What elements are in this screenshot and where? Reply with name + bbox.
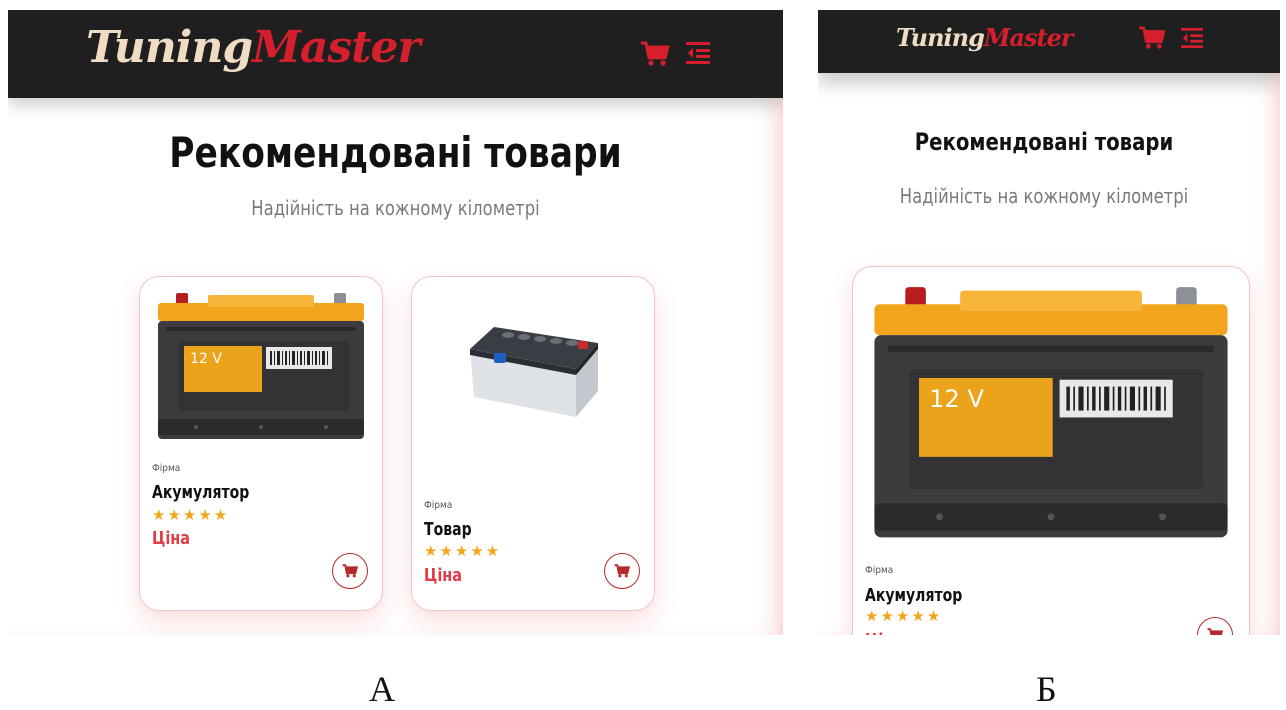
product-price: Ціна: [424, 565, 462, 586]
product-rating-stars: ★★★★★: [152, 506, 230, 524]
product-brand: Фірма: [865, 565, 894, 576]
site-logo[interactable]: TuningMaster: [86, 22, 421, 73]
logo-part-1: Tuning: [86, 22, 253, 73]
caption-a: А: [369, 669, 395, 709]
product-price: Ціна: [865, 630, 903, 635]
section-title: Рекомендовані товари: [169, 128, 622, 177]
product-image-battery-3d: [470, 327, 598, 417]
cart-icon[interactable]: [1138, 26, 1166, 50]
logo-part-2: Master: [983, 23, 1074, 52]
product-rating-stars: ★★★★★: [424, 542, 502, 560]
product-name[interactable]: Акумулятор: [152, 482, 249, 503]
caption-b: Б: [1036, 669, 1057, 709]
battery-voltage-label: 12 V: [190, 351, 222, 367]
product-rating-stars: ★★★★★: [865, 607, 943, 625]
section-title: Рекомендовані товари: [914, 128, 1174, 156]
logo-part-2: Master: [252, 22, 420, 73]
add-to-cart-button[interactable]: [604, 553, 640, 589]
site-header: TuningMaster: [818, 10, 1280, 73]
add-to-cart-button[interactable]: [1197, 617, 1233, 635]
menu-icon[interactable]: [1181, 27, 1203, 49]
battery-voltage-label: 12 V: [929, 385, 984, 413]
cart-icon: [1207, 628, 1223, 635]
logo-part-1: Tuning: [896, 23, 985, 52]
site-header: TuningMaster: [8, 10, 783, 98]
cart-icon[interactable]: [640, 41, 670, 67]
screenshot-a: TuningMaster Рекомендовані товари Надійн…: [8, 10, 783, 635]
product-price: Ціна: [152, 528, 190, 549]
product-brand: Фірма: [152, 463, 181, 474]
section-subtitle: Надійність на кожному кілометрі: [899, 184, 1189, 208]
product-card[interactable]: Фірма Товар ★★★★★ Ціна: [411, 276, 655, 611]
add-to-cart-button[interactable]: [332, 553, 368, 589]
screenshot-b: TuningMaster Рекомендовані товари Надійн…: [818, 10, 1280, 635]
product-image-battery: 12 V: [158, 293, 364, 439]
product-card[interactable]: 12 V Фірма Акумулятор ★★★★★ Ціна: [139, 276, 383, 611]
cart-icon: [614, 564, 630, 578]
product-image-battery: 12 V: [874, 287, 1228, 538]
product-brand: Фірма: [424, 500, 453, 511]
product-name[interactable]: Акумулятор: [865, 585, 962, 606]
section-subtitle: Надійність на кожному кілометрі: [251, 196, 540, 220]
product-name[interactable]: Товар: [424, 519, 472, 540]
cart-icon: [342, 564, 358, 578]
site-logo[interactable]: TuningMaster: [896, 23, 1074, 52]
menu-icon[interactable]: [686, 41, 710, 65]
product-card[interactable]: 12 V Фірма Акумулятор ★★★★★ Ціна: [852, 266, 1250, 635]
